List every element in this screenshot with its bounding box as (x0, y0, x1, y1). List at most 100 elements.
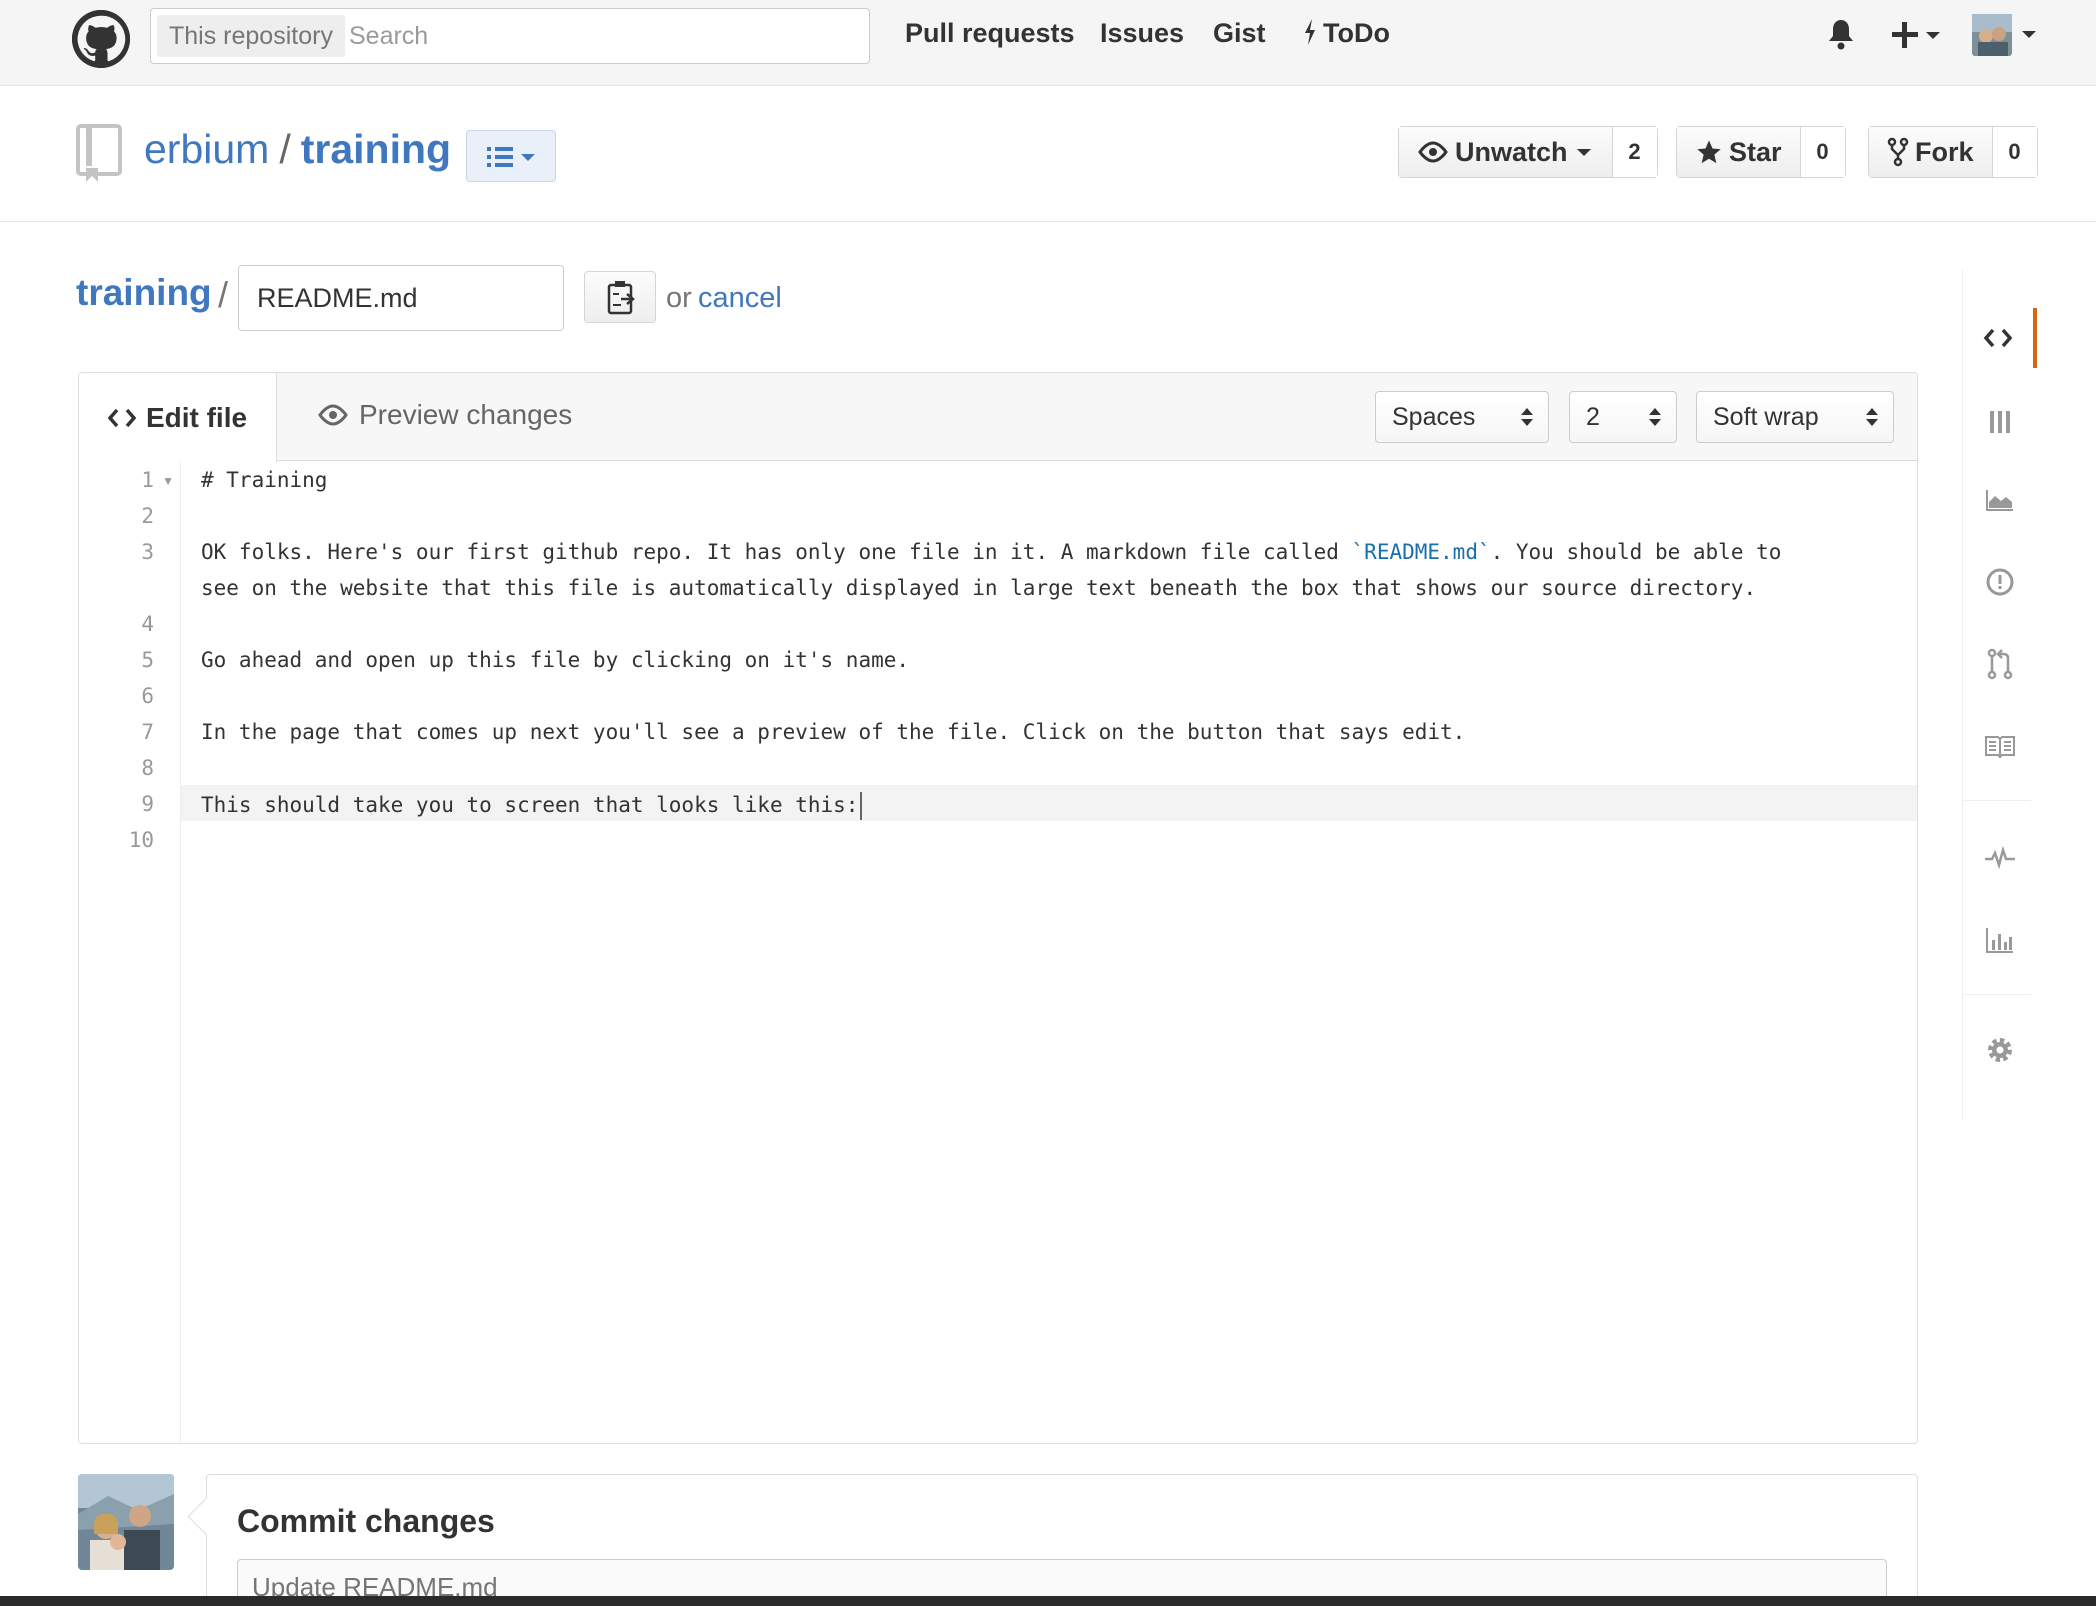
code-line: # Training (201, 468, 328, 492)
editor-toolbar: Edit file Preview changes Spaces 2 Soft … (79, 373, 1917, 462)
notifications-bell-icon[interactable] (1826, 18, 1856, 55)
eye-icon (318, 404, 348, 426)
indent-mode-select[interactable]: Spaces (1375, 391, 1549, 443)
unwatch-button[interactable]: Unwatch (1399, 127, 1613, 177)
gear-icon (1988, 1038, 2012, 1062)
line-number-gutter: 1 ▼ 2 3 4 5 6 7 8 9 10 (79, 462, 181, 1442)
user-avatar-menu[interactable] (1972, 14, 2042, 61)
wrap-mode-select[interactable]: Soft wrap (1696, 391, 1894, 443)
sidebar-divider (1963, 994, 2031, 995)
code-text: OK folks. Here's our first github repo. … (201, 540, 1352, 564)
code-icon (107, 408, 136, 427)
wrap-mode-value: Soft wrap (1713, 403, 1819, 431)
star-icon (1697, 140, 1721, 164)
line-number: 2 (141, 504, 154, 528)
table-of-contents-button[interactable] (466, 130, 556, 182)
line-number: 5 (141, 648, 154, 672)
tab-preview-changes[interactable]: Preview changes (317, 399, 572, 431)
repo-header: erbium / training Unwatch 2 Star 0 Fork 0 (0, 86, 2096, 222)
search-scope-label: This repository (157, 15, 345, 57)
issue-opened-icon (1986, 568, 2014, 596)
code-line: OK folks. Here's our first github repo. … (201, 540, 1781, 564)
nav-issues[interactable]: Issues (1100, 18, 1184, 49)
line-number: 10 (128, 828, 154, 852)
stargazers-count[interactable]: 0 (1800, 127, 1845, 177)
code-line-active: This should take you to screen that look… (201, 792, 863, 820)
nav-pull-requests[interactable]: Pull requests (905, 18, 1075, 49)
star-button[interactable]: Star (1677, 127, 1801, 177)
fork-group: Fork 0 (1868, 126, 2038, 178)
indent-size-select[interactable]: 2 (1569, 391, 1677, 443)
star-group: Star 0 (1676, 126, 1846, 178)
line-number: 4 (141, 612, 154, 636)
caret-down-icon (1576, 149, 1591, 156)
sidebar-item-graphs[interactable] (1963, 470, 2037, 530)
star-label: Star (1729, 136, 1782, 167)
commit-form: Commit changes (206, 1474, 1918, 1606)
commit-author-avatar (78, 1474, 174, 1570)
sidebar-item-columns[interactable] (1963, 392, 2037, 452)
nav-gist[interactable]: Gist (1213, 18, 1266, 49)
bottom-edge (0, 1596, 2096, 1606)
search-box[interactable]: This repository (150, 8, 870, 64)
indent-mode-value: Spaces (1392, 403, 1476, 431)
columns-icon (1990, 411, 2010, 433)
pulse-icon (1985, 846, 2015, 870)
line-number: 9 (141, 792, 154, 816)
area-chart-icon (1986, 490, 2013, 511)
repo-title: erbium / training (144, 126, 451, 173)
code-line-wrapped: see on the website that this file is aut… (201, 576, 1757, 600)
eye-icon (1418, 141, 1448, 163)
inline-code: `README.md` (1351, 540, 1491, 564)
select-arrows-icon (1866, 408, 1878, 426)
code-editor-area[interactable]: # Training OK folks. Here's our first gi… (181, 462, 1917, 1442)
repo-sidebar-nav (1962, 270, 2037, 1120)
repo-title-separator: / (279, 126, 291, 172)
sidebar-item-pull-requests[interactable] (1963, 634, 2037, 694)
or-text: or (666, 282, 692, 314)
search-input[interactable] (349, 15, 849, 57)
nav-todo[interactable]: ToDo (1303, 18, 1390, 49)
select-arrows-icon (1649, 408, 1661, 426)
book-icon (1985, 736, 2015, 758)
sidebar-item-wiki[interactable] (1963, 716, 2037, 776)
unwatch-label: Unwatch (1455, 136, 1568, 167)
nav-todo-label: ToDo (1323, 18, 1390, 48)
copy-path-button[interactable] (584, 271, 656, 323)
line-number: 8 (141, 756, 154, 780)
code-icon (1983, 328, 2013, 348)
cancel-link[interactable]: cancel (698, 282, 782, 315)
watchers-count[interactable]: 2 (1612, 127, 1657, 177)
file-editor: Edit file Preview changes Spaces 2 Soft … (78, 372, 1918, 1444)
code-text: This should take you to screen that look… (201, 793, 859, 817)
repo-owner-link[interactable]: erbium (144, 126, 269, 172)
fold-caret-icon[interactable]: ▼ (162, 474, 174, 488)
code-line: Go ahead and open up this file by clicki… (201, 648, 910, 672)
breadcrumb-separator: / (218, 274, 229, 315)
sidebar-item-code[interactable] (1963, 308, 2037, 368)
repo-icon (76, 124, 124, 184)
select-arrows-icon (1521, 408, 1533, 426)
list-icon (487, 147, 535, 167)
fork-button[interactable]: Fork (1869, 127, 1993, 177)
forks-count[interactable]: 0 (1992, 127, 2037, 177)
bolt-icon (1305, 19, 1315, 45)
code-text: . You should be able to (1490, 540, 1782, 564)
filename-input[interactable] (238, 265, 564, 331)
github-logo-icon[interactable] (72, 10, 130, 68)
line-number: 6 (141, 684, 154, 708)
tab-preview-changes-label: Preview changes (359, 399, 573, 430)
breadcrumb-root-link[interactable]: training (76, 272, 212, 314)
sidebar-item-settings[interactable] (1963, 1020, 2037, 1080)
line-number: 1 (141, 468, 154, 492)
sidebar-item-issues[interactable] (1963, 552, 2037, 612)
bar-graph-icon (1986, 928, 2013, 953)
sidebar-item-graphs-bar[interactable] (1963, 910, 2037, 970)
tab-edit-file-label: Edit file (145, 401, 248, 433)
sidebar-divider (1963, 800, 2031, 801)
create-new-plus-icon[interactable] (1890, 20, 1944, 55)
sidebar-item-pulse[interactable] (1963, 828, 2037, 888)
repo-name-link[interactable]: training (301, 126, 451, 172)
commit-title: Commit changes (237, 1503, 495, 1539)
tab-edit-file[interactable]: Edit file (79, 373, 277, 462)
